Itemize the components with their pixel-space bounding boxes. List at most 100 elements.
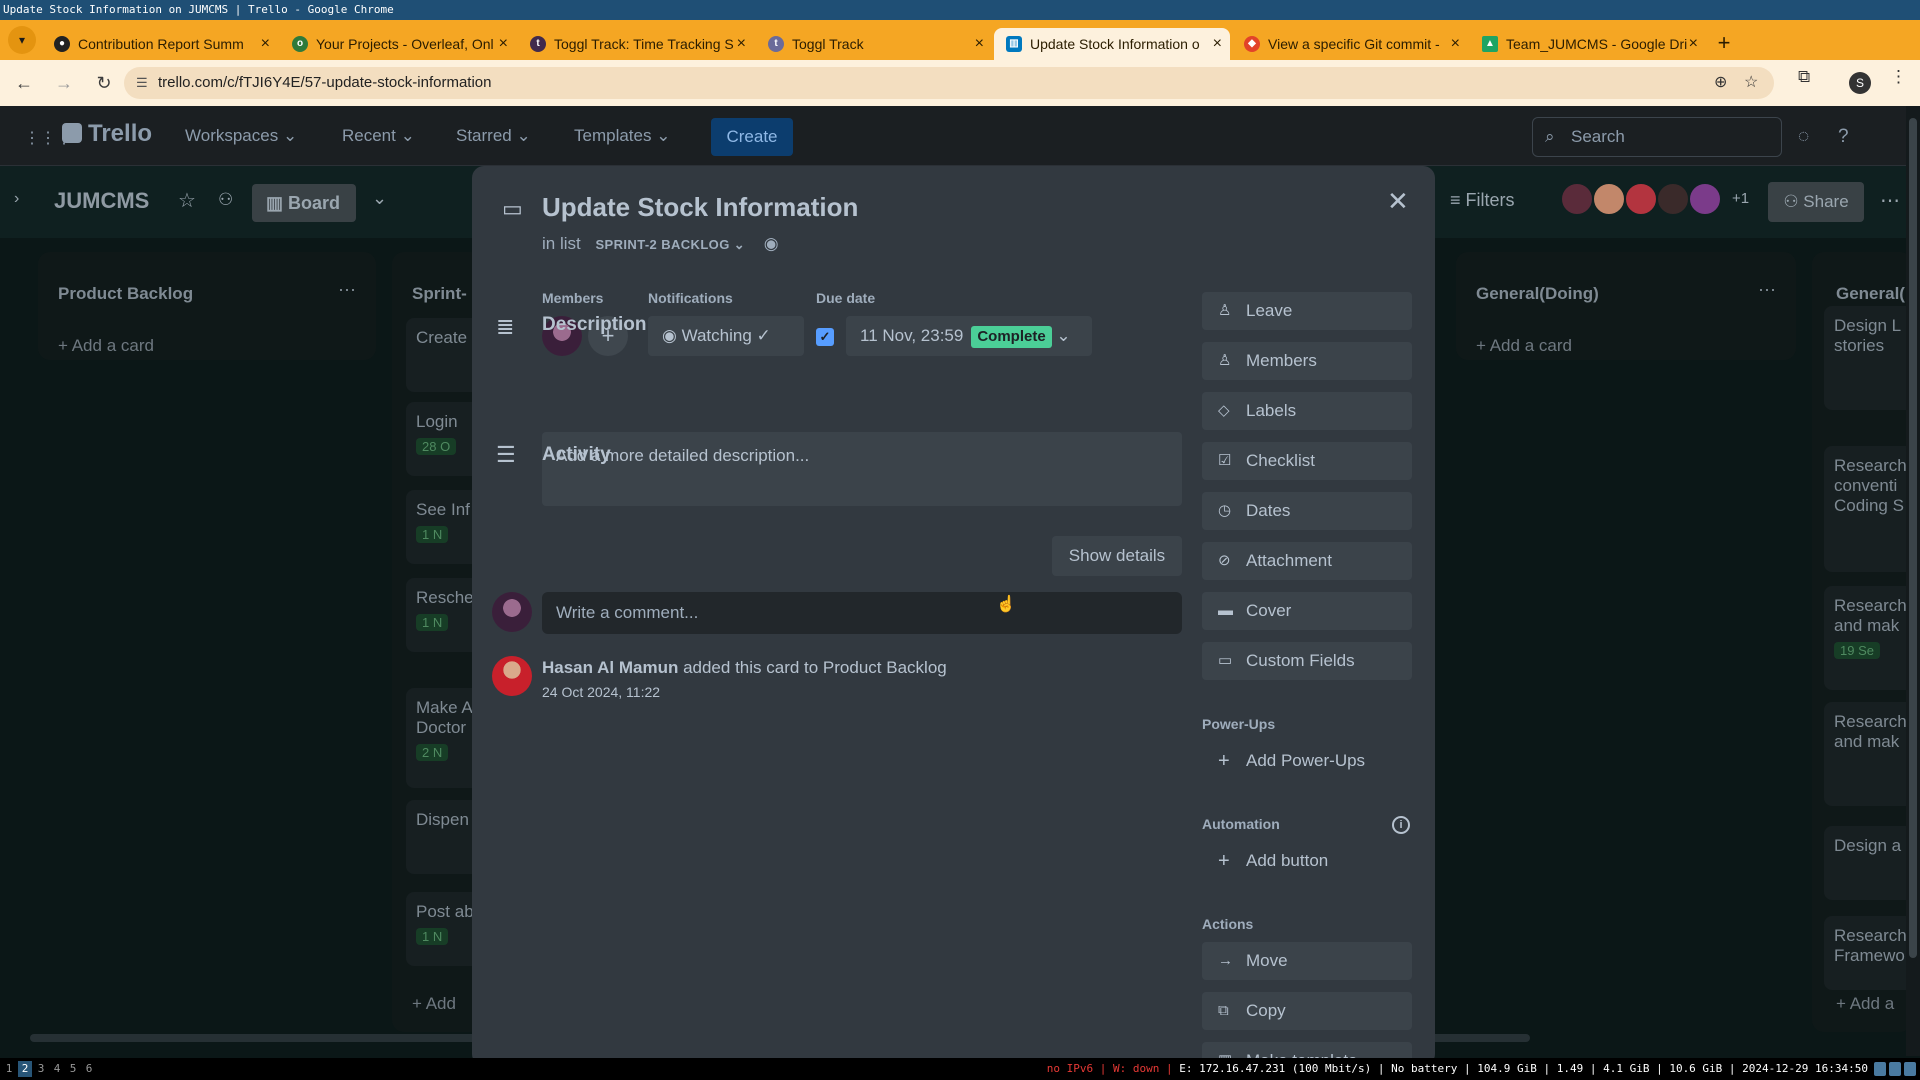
add-card-button[interactable]: + Add a card <box>1476 336 1572 356</box>
board-menu-icon[interactable]: ⋯ <box>1880 188 1900 213</box>
tab-toggl-track[interactable]: t Toggl Track × <box>756 28 992 60</box>
tab-contribution-report[interactable]: ● Contribution Report Summ × <box>42 28 278 60</box>
bookmark-star-icon[interactable]: ☆ <box>1744 67 1758 99</box>
forward-icon[interactable]: → <box>48 67 80 99</box>
close-icon[interactable]: ✕ <box>1387 186 1409 217</box>
move-button[interactable]: → Move <box>1202 942 1412 980</box>
attachment-button[interactable]: ⊘ Attachment <box>1202 542 1412 580</box>
list-item[interactable]: Post ab 1 N <box>406 892 482 966</box>
tab-close-icon[interactable]: × <box>499 28 508 60</box>
list-item[interactable]: Research and mak <box>1824 702 1912 806</box>
starred-menu[interactable]: Starred ⌄ <box>456 126 531 146</box>
card-title[interactable]: Update Stock Information <box>542 192 858 223</box>
tab-search-button[interactable]: ▾ <box>8 26 36 54</box>
help-icon[interactable]: ? <box>1838 126 1849 148</box>
profile-avatar[interactable]: S <box>1849 72 1871 94</box>
templates-menu[interactable]: Templates ⌄ <box>574 126 670 146</box>
board-view-button[interactable]: ▥ Board <box>252 184 356 222</box>
checklist-button[interactable]: ☑ Checklist <box>1202 442 1412 480</box>
sidebar-expand-icon[interactable]: › <box>14 190 19 208</box>
tray-icon[interactable] <box>1874 1062 1886 1076</box>
tab-google-drive[interactable]: ▲ Team_JUMCMS - Google Dri × <box>1470 28 1706 60</box>
workspace-6[interactable]: 6 <box>82 1061 96 1077</box>
info-icon[interactable]: i <box>1392 816 1410 834</box>
add-card-button[interactable]: + Add <box>412 994 456 1014</box>
tab-close-icon[interactable]: × <box>975 28 984 60</box>
recent-menu[interactable]: Recent ⌄ <box>342 126 415 146</box>
add-powerups-button[interactable]: + Add Power-Ups <box>1202 742 1412 780</box>
list-menu-icon[interactable]: ⋯ <box>1758 280 1776 301</box>
workspace-5[interactable]: 5 <box>66 1061 80 1077</box>
list-item[interactable]: Make A Doctor 2 N <box>406 688 482 788</box>
avatar[interactable] <box>492 656 532 696</box>
tray-icon[interactable] <box>1904 1062 1916 1076</box>
list-selector[interactable]: SPRINT-2 BACKLOG ⌄ <box>589 235 751 254</box>
tab-git-commit[interactable]: ◆ View a specific Git commit - × <box>1232 28 1468 60</box>
add-card-button[interactable]: + Add a card <box>58 336 154 356</box>
list-item[interactable]: Research and mak 19 Se <box>1824 586 1912 690</box>
add-automation-button[interactable]: + Add button <box>1202 842 1412 880</box>
leave-button[interactable]: ♙ Leave <box>1202 292 1412 330</box>
add-card-button[interactable]: + Add a <box>1836 994 1894 1014</box>
avatar[interactable] <box>1560 182 1594 216</box>
share-button[interactable]: ⚇ Share <box>1768 182 1864 222</box>
tab-close-icon[interactable]: × <box>1689 28 1698 60</box>
activity-timestamp[interactable]: 24 Oct 2024, 11:22 <box>542 684 660 700</box>
avatar[interactable] <box>1688 182 1722 216</box>
due-complete-checkbox[interactable]: ✓ <box>816 328 834 346</box>
scrollbar-thumb[interactable] <box>1909 118 1917 958</box>
list-menu-icon[interactable]: ⋯ <box>338 280 356 301</box>
list-item[interactable]: Resche 1 N <box>406 578 482 652</box>
members-button[interactable]: ♙ Members <box>1202 342 1412 380</box>
list-item[interactable]: Login 28 O <box>406 402 482 476</box>
custom-fields-button[interactable]: ▭ Custom Fields <box>1202 642 1412 680</box>
activity-user[interactable]: Hasan Al Mamun <box>542 658 678 677</box>
list-item[interactable]: Design a <box>1824 826 1912 900</box>
tray-icon[interactable] <box>1889 1062 1901 1076</box>
copy-button[interactable]: ⧉ Copy <box>1202 992 1412 1030</box>
tab-toggl-tracking[interactable]: t Toggl Track: Time Tracking S × <box>518 28 754 60</box>
extensions-icon[interactable]: ⧉ <box>1798 67 1810 87</box>
cover-button[interactable]: ▬ Cover <box>1202 592 1412 630</box>
tab-close-icon[interactable]: × <box>1213 28 1222 60</box>
tab-close-icon[interactable]: × <box>737 28 746 60</box>
vertical-scrollbar[interactable] <box>1906 106 1920 1056</box>
avatar[interactable] <box>1592 182 1626 216</box>
tab-update-stock-information[interactable]: ▥ Update Stock Information o × <box>994 28 1230 60</box>
trello-logo[interactable]: Trello <box>62 120 152 148</box>
workspace-3[interactable]: 3 <box>34 1061 48 1077</box>
list-item[interactable]: Create <box>406 318 482 392</box>
avatar[interactable] <box>1624 182 1658 216</box>
due-date-button[interactable]: 11 Nov, 23:59 Complete ⌄ <box>846 316 1092 356</box>
show-details-button[interactable]: Show details <box>1052 536 1182 576</box>
description-field[interactable]: Add a more detailed description... <box>542 432 1182 506</box>
watch-button[interactable]: ◉ Watching ✓ <box>648 316 804 356</box>
filters-button[interactable]: ≡ Filters <box>1450 190 1515 211</box>
list-item[interactable]: Research conventi Coding S <box>1824 446 1912 572</box>
tab-overleaf[interactable]: o Your Projects - Overleaf, Onl × <box>280 28 516 60</box>
list-item[interactable]: Design Lstories <box>1824 306 1912 410</box>
list-item[interactable]: See Inf 1 N <box>406 490 482 564</box>
board-name[interactable]: JUMCMS <box>54 188 149 214</box>
dates-button[interactable]: ◷ Dates <box>1202 492 1412 530</box>
avatar[interactable] <box>1656 182 1690 216</box>
labels-button[interactable]: ◇ Labels <box>1202 392 1412 430</box>
site-info-icon[interactable]: ☰ <box>136 67 148 99</box>
chevron-down-icon[interactable]: ⌄ <box>372 188 387 209</box>
list-item[interactable]: Dispen <box>406 800 482 874</box>
workspace-2[interactable]: 2 <box>18 1061 32 1077</box>
url-field[interactable]: ☰ trello.com/c/fTJI6Y4E/57-update-stock-… <box>124 67 1774 99</box>
workspace-1[interactable]: 1 <box>2 1061 16 1077</box>
list-item[interactable]: Research Framewo <box>1824 916 1912 990</box>
visibility-icon[interactable]: ⚇ <box>218 190 233 210</box>
back-icon[interactable]: ← <box>8 67 40 99</box>
tab-close-icon[interactable]: × <box>1451 28 1460 60</box>
notifications-icon[interactable]: ◌ <box>1798 126 1809 148</box>
chrome-menu-icon[interactable]: ⋮ <box>1890 67 1907 87</box>
star-icon[interactable]: ☆ <box>178 188 196 213</box>
comment-input[interactable]: Write a comment... <box>542 592 1182 634</box>
reload-icon[interactable]: ↻ <box>88 67 120 99</box>
create-button[interactable]: Create <box>711 118 793 156</box>
search-input[interactable]: ⌕ Search <box>1532 117 1782 157</box>
extra-members-count[interactable]: +1 <box>1732 190 1749 207</box>
